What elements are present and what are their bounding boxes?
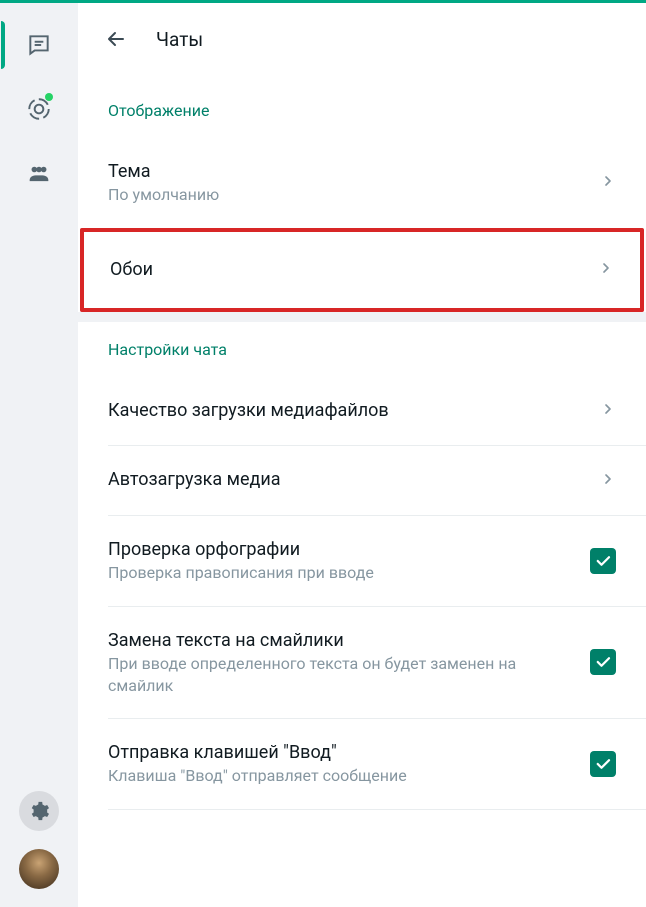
row-auto-download-title: Автозагрузка медиа: [108, 468, 584, 492]
row-auto-download[interactable]: Автозагрузка медиа: [78, 446, 646, 514]
chevron-right-icon: [598, 260, 614, 280]
row-theme-sub: По умолчанию: [108, 184, 584, 206]
row-emoji-replace[interactable]: Замена текста на смайлики При вводе опре…: [78, 607, 646, 718]
check-icon: [594, 653, 612, 671]
sidebar-communities-icon[interactable]: [19, 153, 59, 193]
row-theme[interactable]: Тема По умолчанию: [78, 138, 646, 228]
chat-icon: [26, 32, 52, 58]
gear-icon: [28, 800, 50, 822]
row-spellcheck-sub: Проверка правописания при вводе: [108, 562, 574, 584]
row-wallpaper[interactable]: Обои: [84, 232, 640, 308]
checkbox-emoji-replace[interactable]: [590, 649, 616, 675]
back-button[interactable]: [102, 25, 130, 53]
avatar[interactable]: [19, 849, 59, 889]
page-title: Чаты: [156, 28, 203, 51]
status-badge-dot: [45, 93, 53, 101]
sidebar-status-icon[interactable]: [19, 89, 59, 129]
checkbox-spellcheck[interactable]: [590, 548, 616, 574]
row-emoji-replace-sub: При вводе определенного текста он будет …: [108, 653, 574, 696]
row-emoji-replace-title: Замена текста на смайлики: [108, 629, 574, 653]
communities-icon: [25, 159, 53, 187]
highlight-wallpaper: Обои: [80, 228, 644, 312]
settings-button[interactable]: [19, 791, 59, 831]
divider: [108, 809, 646, 810]
row-spellcheck-title: Проверка орфографии: [108, 538, 574, 562]
checkbox-enter-send[interactable]: [590, 751, 616, 777]
row-spellcheck[interactable]: Проверка орфографии Проверка правописани…: [78, 516, 646, 606]
arrow-left-icon: [104, 27, 128, 51]
check-icon: [594, 552, 612, 570]
sidebar: [0, 3, 78, 907]
sidebar-chats-icon[interactable]: [19, 25, 59, 65]
section-header-chat: Настройки чата: [78, 322, 646, 377]
row-media-quality[interactable]: Качество загрузки медиафайлов: [78, 377, 646, 445]
header: Чаты: [78, 3, 646, 83]
check-icon: [594, 755, 612, 773]
row-theme-title: Тема: [108, 160, 584, 184]
section-divider: [78, 312, 646, 322]
row-media-quality-title: Качество загрузки медиафайлов: [108, 399, 584, 423]
chevron-right-icon: [600, 173, 616, 193]
row-enter-send-sub: Клавиша "Ввод" отправляет сообщение: [108, 765, 574, 787]
main-panel: Чаты Отображение Тема По умолчанию Обои: [78, 3, 646, 907]
chevron-right-icon: [600, 471, 616, 491]
section-header-display: Отображение: [78, 83, 646, 138]
row-enter-send-title: Отправка клавишей "Ввод": [108, 741, 574, 765]
chevron-right-icon: [600, 401, 616, 421]
row-wallpaper-title: Обои: [110, 258, 582, 282]
row-enter-send[interactable]: Отправка клавишей "Ввод" Клавиша "Ввод" …: [78, 719, 646, 809]
